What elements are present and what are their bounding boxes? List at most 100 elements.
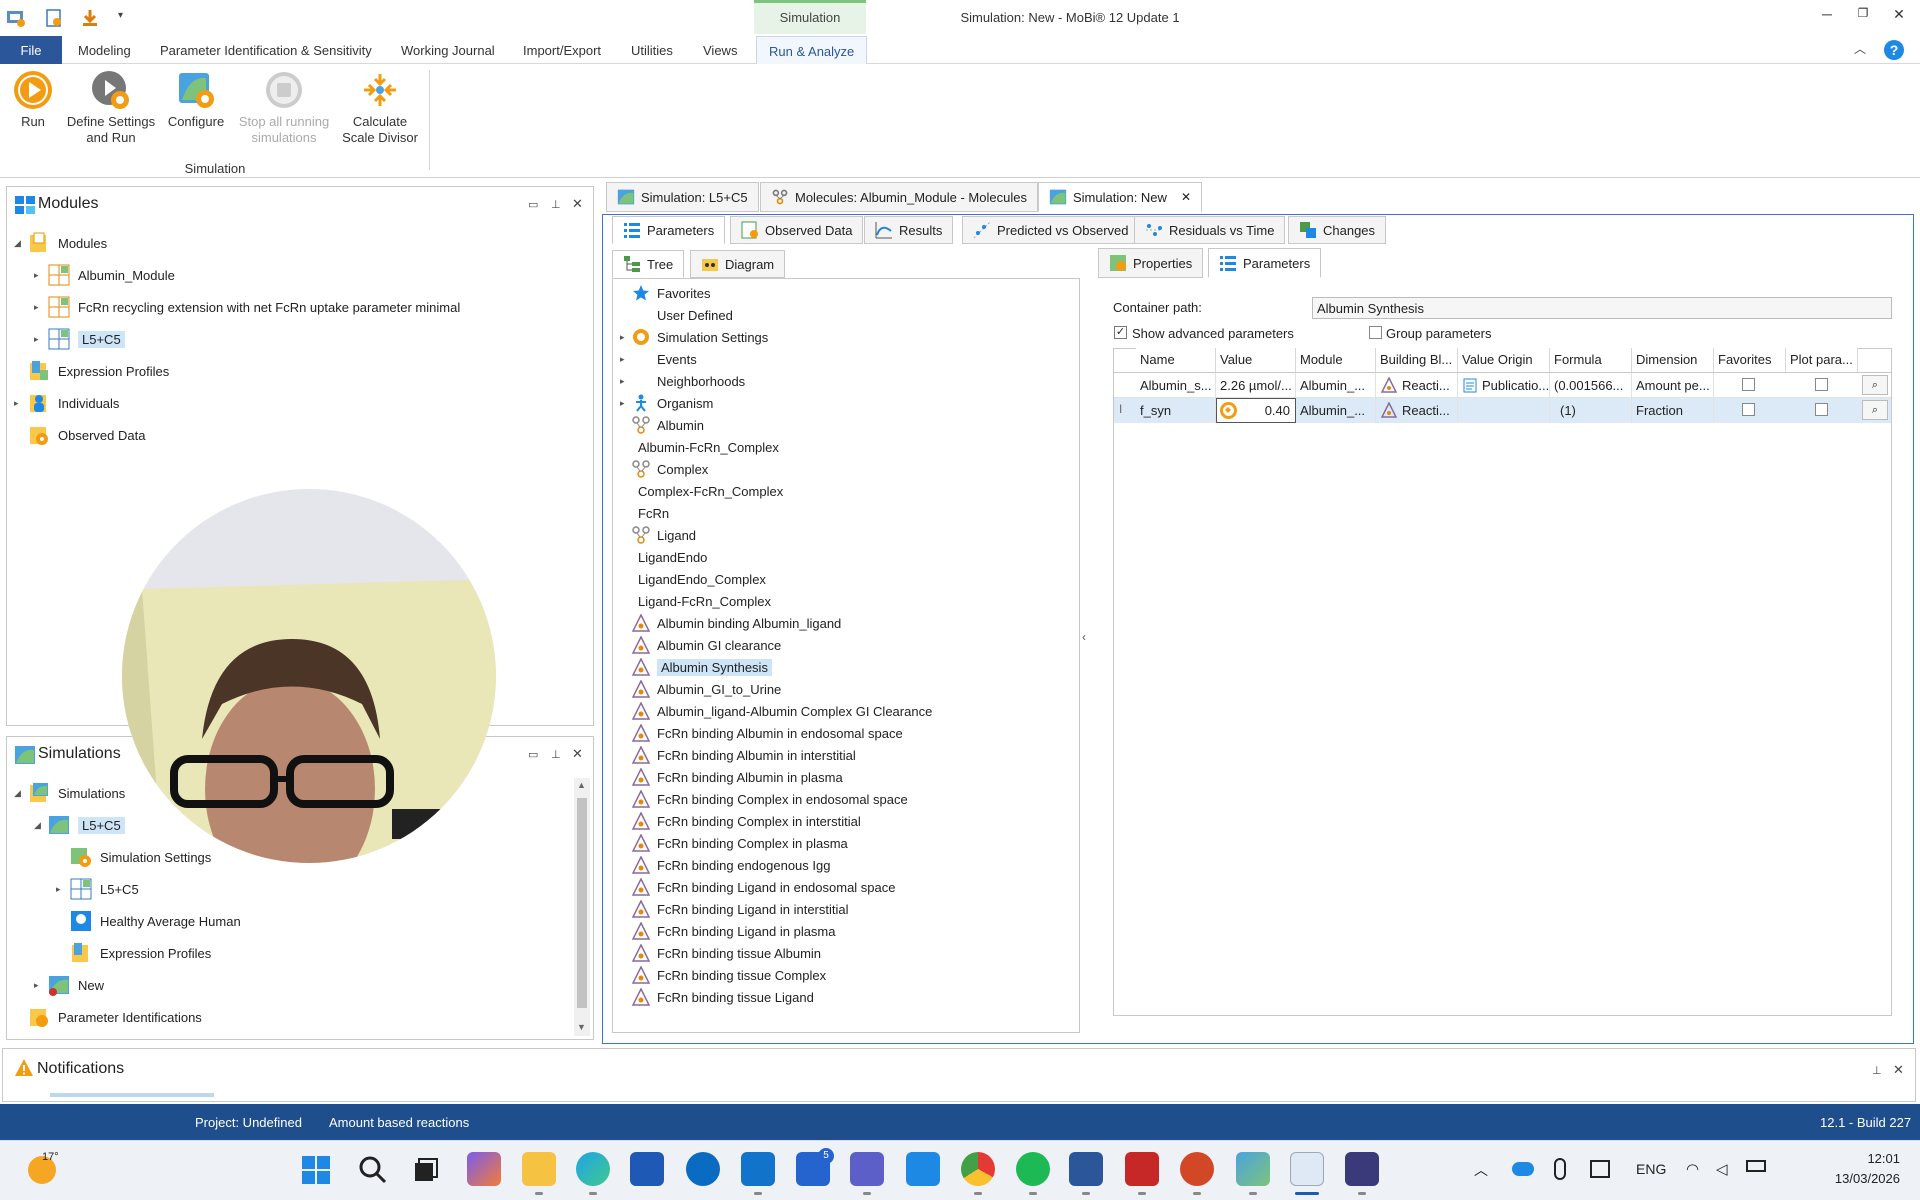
cell-value[interactable]: 0.40 bbox=[1240, 398, 1294, 423]
expand-arrow-icon[interactable]: ▸ bbox=[34, 334, 39, 345]
tree-item-simulation-settings[interactable]: Simulation Settings bbox=[70, 843, 211, 871]
microphone-icon[interactable] bbox=[1554, 1158, 1566, 1180]
tab-predicted-vs-observed[interactable]: Predicted vs Observed bbox=[962, 216, 1140, 244]
cell-name[interactable]: f_syn bbox=[1136, 398, 1216, 423]
start-icon[interactable] bbox=[301, 1155, 331, 1185]
pksim-icon[interactable] bbox=[1236, 1152, 1270, 1186]
clock-date[interactable]: 13/03/2026 bbox=[1800, 1171, 1900, 1186]
tree-item[interactable]: FcRn binding Complex in plasma bbox=[632, 832, 848, 854]
tree-item-expression-profiles[interactable]: Expression Profiles bbox=[28, 357, 169, 385]
tree-item-expression-profiles-sim[interactable]: Expression Profiles bbox=[70, 939, 211, 967]
expand-arrow-icon[interactable]: ▸ bbox=[34, 270, 39, 281]
panel-maximize-icon[interactable]: ▭ bbox=[528, 748, 538, 761]
expand-arrow-icon[interactable]: ▸ bbox=[34, 980, 39, 991]
battery-icon[interactable] bbox=[1746, 1160, 1766, 1172]
tree-item[interactable]: Ligand bbox=[632, 524, 696, 546]
tree-item[interactable]: FcRn bbox=[632, 502, 669, 524]
show-advanced-checkbox[interactable]: ✓ bbox=[1114, 326, 1127, 339]
tree-item[interactable]: Complex-FcRn_Complex bbox=[632, 480, 783, 502]
tree-item-observed-data[interactable]: Observed Data bbox=[28, 421, 145, 449]
panel-pin-icon[interactable]: ⊥ bbox=[551, 198, 561, 211]
container-path-field[interactable]: Albumin Synthesis bbox=[1312, 297, 1892, 319]
doc-tab-molecules[interactable]: Molecules: Albumin_Module - Molecules bbox=[760, 182, 1038, 212]
tree-item-simulations[interactable]: Simulations bbox=[28, 779, 125, 807]
tree-item[interactable]: FcRn binding Albumin in plasma bbox=[632, 766, 843, 788]
volume-icon[interactable]: ◁ bbox=[1716, 1160, 1728, 1178]
menu-file[interactable]: File bbox=[0, 36, 62, 64]
tree-item[interactable]: Albumin bbox=[632, 414, 704, 436]
tree-item[interactable]: Simulation Settings bbox=[632, 326, 768, 348]
panel-maximize-icon[interactable]: ▭ bbox=[528, 198, 538, 211]
clock-time[interactable]: 12:01 bbox=[1830, 1151, 1900, 1166]
collapse-arrow-icon[interactable]: ◢ bbox=[14, 788, 21, 799]
tab-params-right[interactable]: Parameters bbox=[1208, 248, 1322, 278]
word-icon[interactable] bbox=[1069, 1152, 1103, 1186]
favorite-checkbox[interactable] bbox=[1742, 378, 1755, 391]
col-header-building-block[interactable]: Building Bl... bbox=[1376, 348, 1458, 372]
group-parameters-checkbox[interactable] bbox=[1369, 326, 1382, 339]
formula-icon[interactable] bbox=[1219, 401, 1238, 420]
menu-modeling[interactable]: Modeling bbox=[66, 36, 143, 64]
expand-arrow-icon[interactable]: ▸ bbox=[34, 302, 39, 313]
expand-arrow-icon[interactable]: ▸ bbox=[14, 398, 19, 409]
tree-item[interactable]: LigandEndo bbox=[632, 546, 707, 568]
teams-icon[interactable] bbox=[850, 1152, 884, 1186]
panel-pin-icon[interactable]: ⊥ bbox=[551, 748, 561, 761]
tree-item[interactable]: FcRn binding Albumin in interstitial bbox=[632, 744, 856, 766]
tree-item[interactable]: FcRn binding Complex in endosomal space bbox=[632, 788, 908, 810]
mobi-taskbar-icon[interactable] bbox=[1290, 1152, 1324, 1186]
store-icon[interactable] bbox=[630, 1152, 664, 1186]
restore-icon[interactable]: ❐ bbox=[1846, 6, 1880, 30]
tree-item-fcrn-extension[interactable]: FcRn recycling extension with net FcRn u… bbox=[48, 293, 460, 321]
tab-residuals-vs-time[interactable]: Residuals vs Time bbox=[1134, 216, 1286, 244]
define-settings-run-button[interactable]: Define Settings and Run bbox=[64, 70, 158, 146]
cell-formula[interactable]: (1) bbox=[1550, 398, 1632, 423]
tree-item-individuals[interactable]: Individuals bbox=[28, 389, 119, 417]
configure-button[interactable]: Configure bbox=[166, 70, 226, 130]
tree-item-simulation-l5c5[interactable]: L5+C5 bbox=[48, 811, 125, 839]
tree-item[interactable]: FcRn binding Albumin in endosomal space bbox=[632, 722, 903, 744]
copilot-icon[interactable] bbox=[467, 1152, 501, 1186]
expand-arrow-icon[interactable]: ▸ bbox=[620, 354, 625, 365]
col-header-dimension[interactable]: Dimension bbox=[1632, 348, 1714, 372]
tree-item-parameter-identifications[interactable]: Parameter Identifications bbox=[28, 1003, 202, 1031]
tree-item[interactable]: FcRn binding tissue Ligand bbox=[632, 986, 814, 1008]
panel-close-icon[interactable]: ✕ bbox=[572, 746, 583, 762]
col-header-value-origin[interactable]: Value Origin bbox=[1458, 348, 1550, 372]
expand-arrow-icon[interactable]: ▸ bbox=[620, 398, 625, 409]
tab-parameters[interactable]: Parameters bbox=[612, 216, 726, 244]
expand-arrow-icon[interactable]: ▸ bbox=[620, 332, 625, 343]
collapse-ribbon-icon[interactable]: ︿ bbox=[1854, 40, 1866, 57]
tree-item[interactable]: Ligand-FcRn_Complex bbox=[632, 590, 771, 612]
tree-item[interactable]: FcRn binding Ligand in plasma bbox=[632, 920, 836, 942]
tab-observed-data[interactable]: Observed Data bbox=[730, 216, 864, 244]
simulations-scrollbar[interactable]: ▲ ▼ bbox=[574, 778, 590, 1036]
cell-name[interactable]: Albumin_s... bbox=[1136, 373, 1216, 398]
dell-icon[interactable] bbox=[686, 1152, 720, 1186]
tree-item[interactable]: FcRn binding Ligand in endosomal space bbox=[632, 876, 896, 898]
tree-item[interactable]: Albumin Synthesis bbox=[632, 656, 772, 678]
tree-item[interactable]: Albumin_GI_to_Urine bbox=[632, 678, 781, 700]
expand-arrow-icon[interactable]: ▸ bbox=[56, 884, 61, 895]
col-header-favorites[interactable]: Favorites bbox=[1714, 348, 1786, 372]
chrome-icon[interactable] bbox=[961, 1152, 995, 1186]
col-header-name[interactable]: Name bbox=[1136, 348, 1216, 372]
scroll-up-icon[interactable]: ▲ bbox=[577, 780, 586, 790]
display-icon[interactable] bbox=[1590, 1160, 1610, 1178]
menu-working-journal[interactable]: Working Journal bbox=[389, 36, 507, 64]
language-indicator[interactable]: ENG bbox=[1636, 1161, 1666, 1177]
tree-item[interactable]: FcRn binding Ligand in interstitial bbox=[632, 898, 849, 920]
tree-item-albumin-module[interactable]: Albumin_Module bbox=[48, 261, 175, 289]
tray-chevron-icon[interactable]: ︿ bbox=[1474, 1160, 1488, 1180]
tree-item-simulation-new[interactable]: New bbox=[48, 971, 104, 999]
collapse-arrow-icon[interactable]: ◢ bbox=[14, 238, 21, 249]
splitter-collapse-icon[interactable]: ‹ bbox=[1082, 630, 1086, 644]
cell-formula[interactable]: (0.001566... bbox=[1550, 373, 1632, 398]
plot-parameter-checkbox[interactable] bbox=[1815, 403, 1828, 416]
tab-results[interactable]: Results bbox=[864, 216, 954, 244]
panel-close-icon[interactable]: ✕ bbox=[1893, 1062, 1904, 1078]
panel-pin-icon[interactable]: ⊥ bbox=[1872, 1064, 1882, 1077]
run-button[interactable]: Run bbox=[8, 70, 58, 130]
col-header-module[interactable]: Module bbox=[1296, 348, 1376, 372]
tree-item[interactable]: FcRn binding Complex in interstitial bbox=[632, 810, 861, 832]
